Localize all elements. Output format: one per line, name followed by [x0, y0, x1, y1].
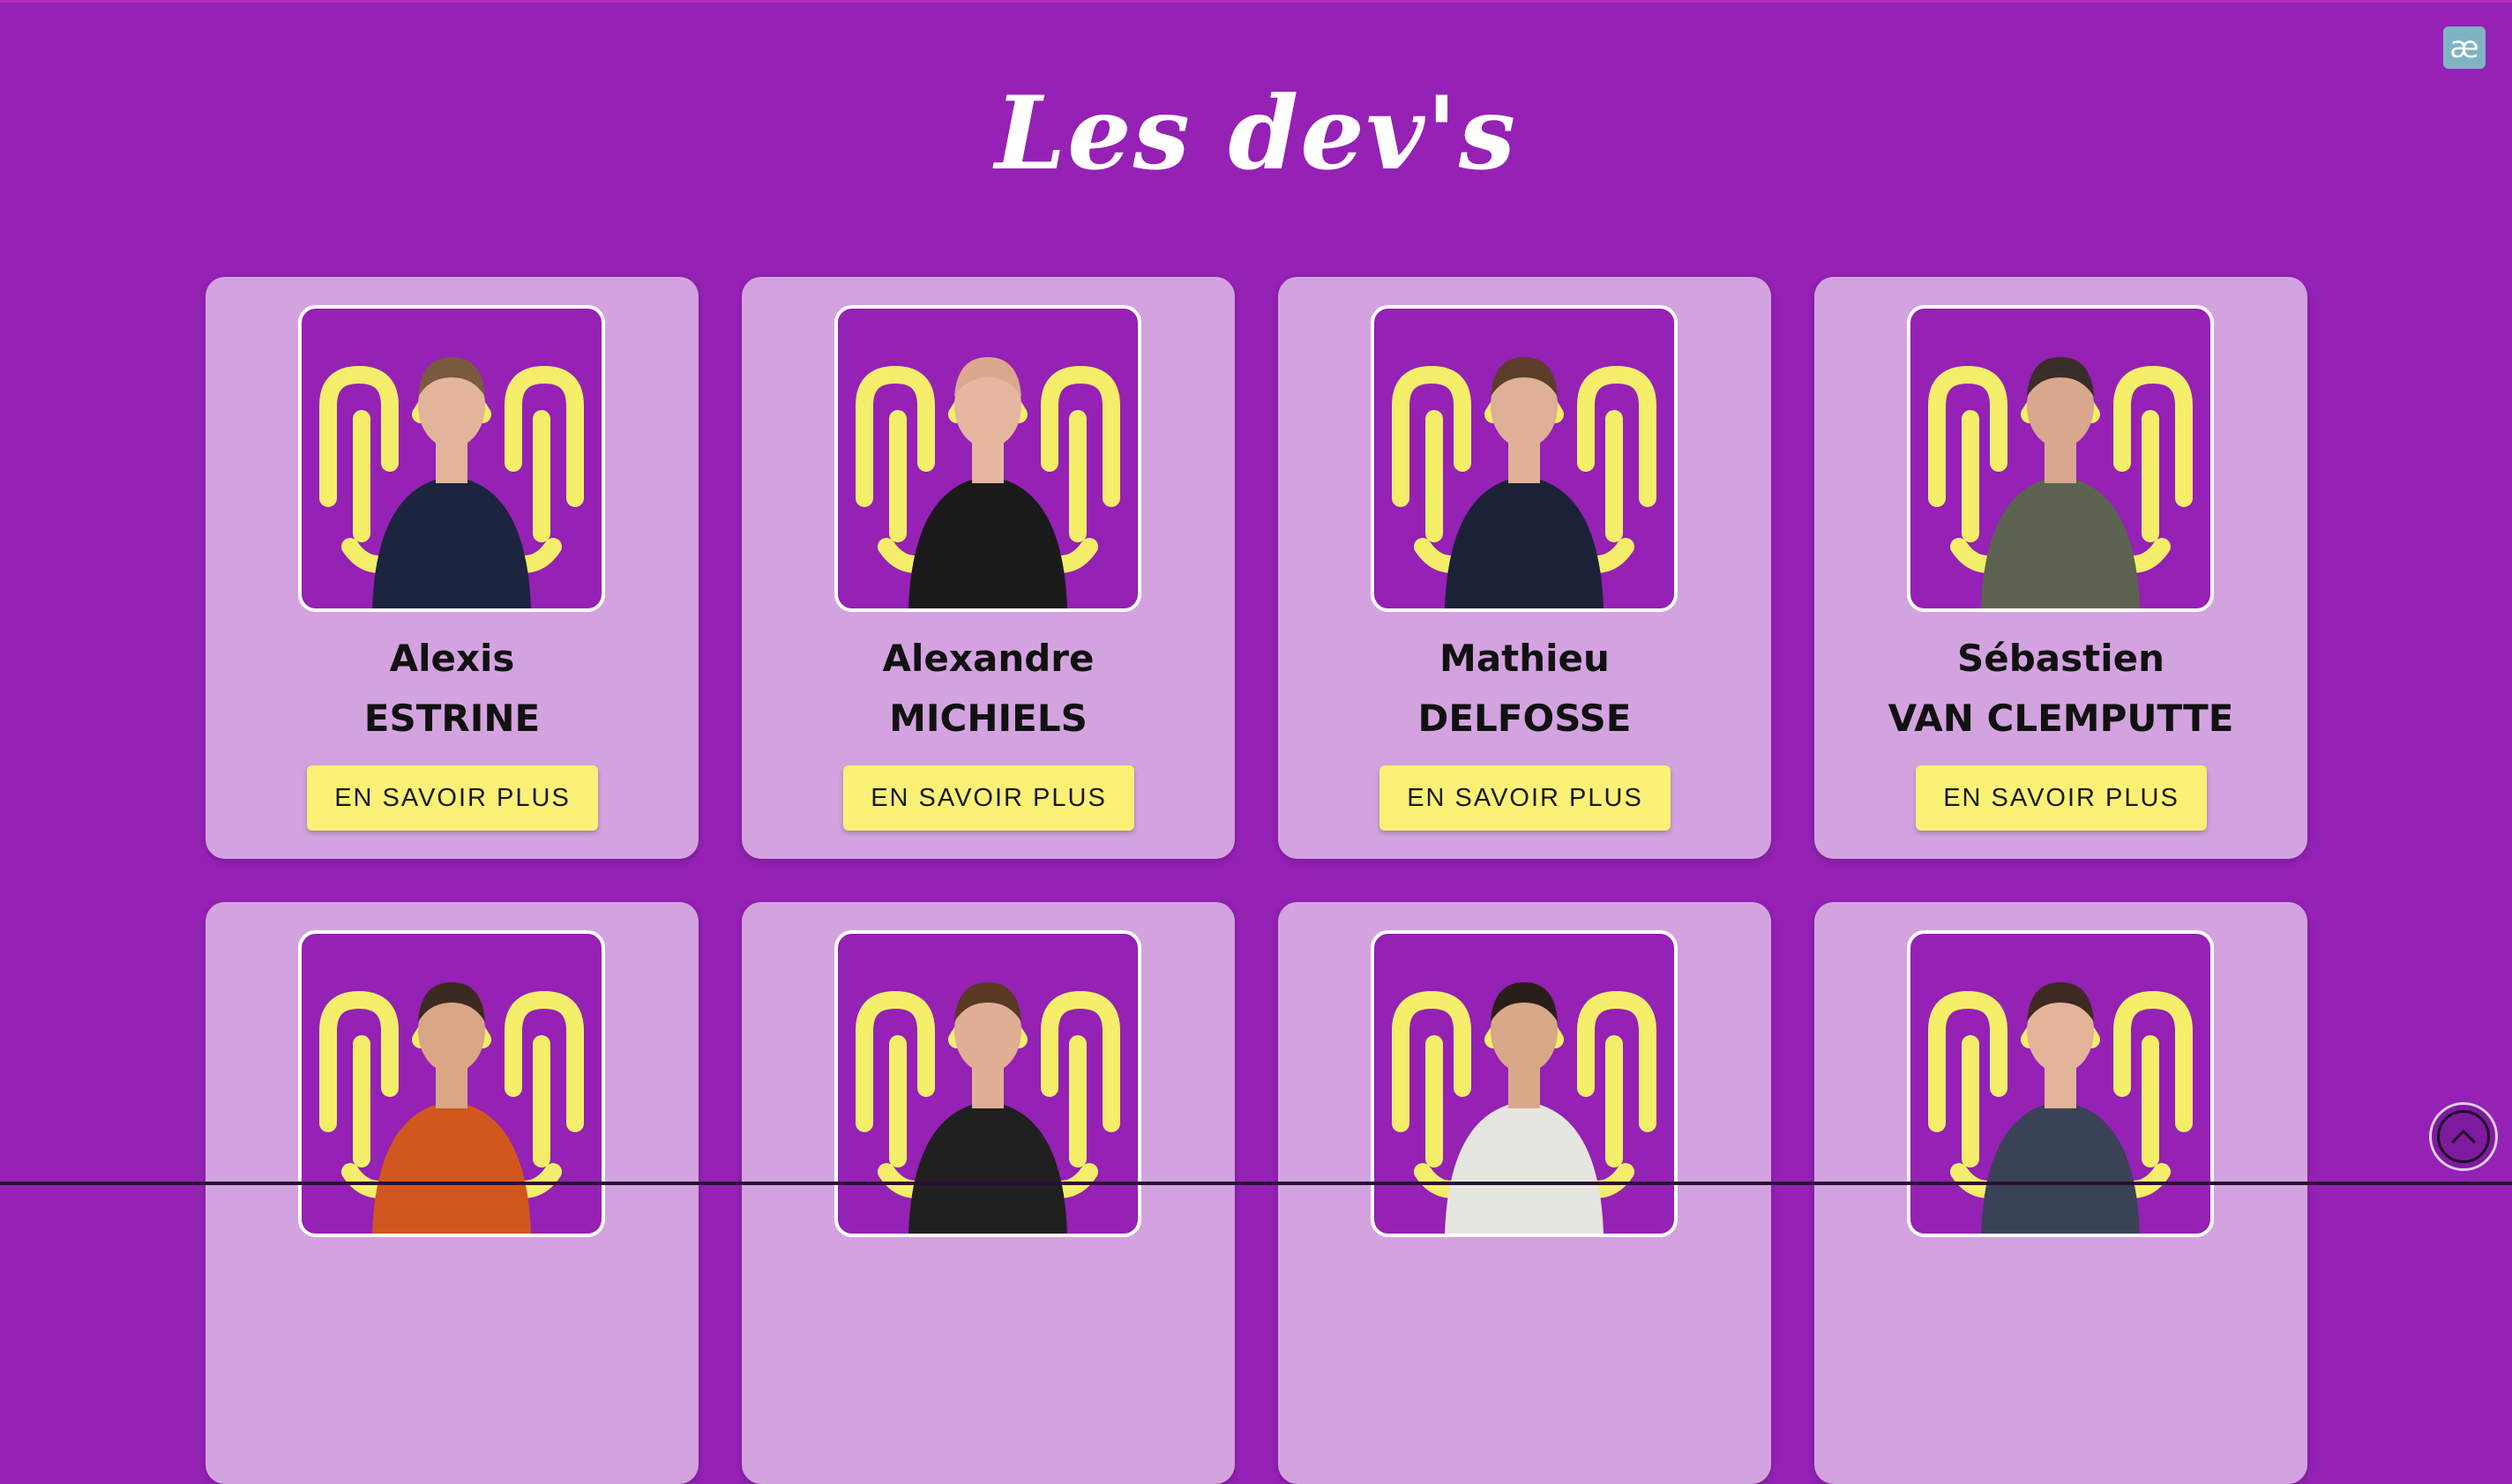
fingerprint-portrait-graphic: [1392, 982, 1656, 1234]
developer-card: [1278, 902, 1771, 1484]
person-torso: [1445, 1101, 1604, 1234]
learn-more-button[interactable]: EN SAVOIR PLUS: [1916, 765, 2207, 831]
developer-card: Alexis ESTRINE EN SAVOIR PLUS: [206, 277, 699, 859]
developer-first-name: Alexis: [389, 637, 515, 680]
fingerprint-portrait-graphic: [319, 982, 584, 1234]
developer-photo: [298, 305, 605, 612]
fingerprint-portrait-graphic: [856, 982, 1120, 1234]
developer-photo: [834, 930, 1141, 1237]
learn-more-button[interactable]: EN SAVOIR PLUS: [1379, 765, 1671, 831]
developer-card: Alexandre MICHIELS EN SAVOIR PLUS: [742, 277, 1235, 859]
developer-last-name: VAN CLEMPUTTE: [1888, 697, 2234, 740]
developer-grid: Alexis ESTRINE EN SAVOIR PLUS Alexandre …: [206, 277, 2307, 1484]
developer-photo: [1907, 930, 2214, 1237]
developer-last-name: MICHIELS: [889, 697, 1088, 740]
scroll-to-top-button[interactable]: [2429, 1102, 2498, 1171]
fingerprint-portrait-graphic: [856, 357, 1120, 608]
developer-card: [206, 902, 699, 1484]
fingerprint-portrait-graphic: [319, 357, 584, 608]
developer-last-name: DELFOSSE: [1417, 697, 1632, 740]
developer-photo: [1907, 305, 2214, 612]
developer-card: [742, 902, 1235, 1484]
learn-more-button[interactable]: EN SAVOIR PLUS: [843, 765, 1134, 831]
person-torso: [372, 476, 531, 608]
person-torso: [1981, 1101, 2140, 1234]
page-title: Les dev's: [994, 74, 1518, 192]
developer-card: Mathieu DELFOSSE EN SAVOIR PLUS: [1278, 277, 1771, 859]
developer-photo: [1371, 305, 1678, 612]
person-torso: [372, 1101, 531, 1234]
fingerprint-portrait-graphic: [1392, 357, 1656, 608]
learn-more-button[interactable]: EN SAVOIR PLUS: [307, 765, 598, 831]
developer-photo: [1371, 930, 1678, 1237]
top-accent-line: [0, 0, 2512, 3]
person-torso: [1445, 476, 1604, 608]
developer-photo: [834, 305, 1141, 612]
person-torso: [908, 476, 1067, 608]
developer-first-name: Sébastien: [1957, 637, 2164, 680]
fingerprint-portrait-graphic: [1928, 357, 2193, 608]
bottom-edge: [0, 1182, 2512, 1185]
developer-card: [1814, 902, 2307, 1484]
developer-card: Sébastien VAN CLEMPUTTE EN SAVOIR PLUS: [1814, 277, 2307, 859]
person-torso: [1981, 476, 2140, 608]
developer-first-name: Mathieu: [1439, 637, 1610, 680]
chevron-up-icon: [2437, 1110, 2490, 1163]
developer-last-name: ESTRINE: [363, 697, 541, 740]
logo-icon[interactable]: æ: [2443, 26, 2486, 69]
developer-first-name: Alexandre: [882, 637, 1095, 680]
person-torso: [908, 1101, 1067, 1234]
developer-photo: [298, 930, 605, 1237]
fingerprint-portrait-graphic: [1928, 982, 2193, 1234]
